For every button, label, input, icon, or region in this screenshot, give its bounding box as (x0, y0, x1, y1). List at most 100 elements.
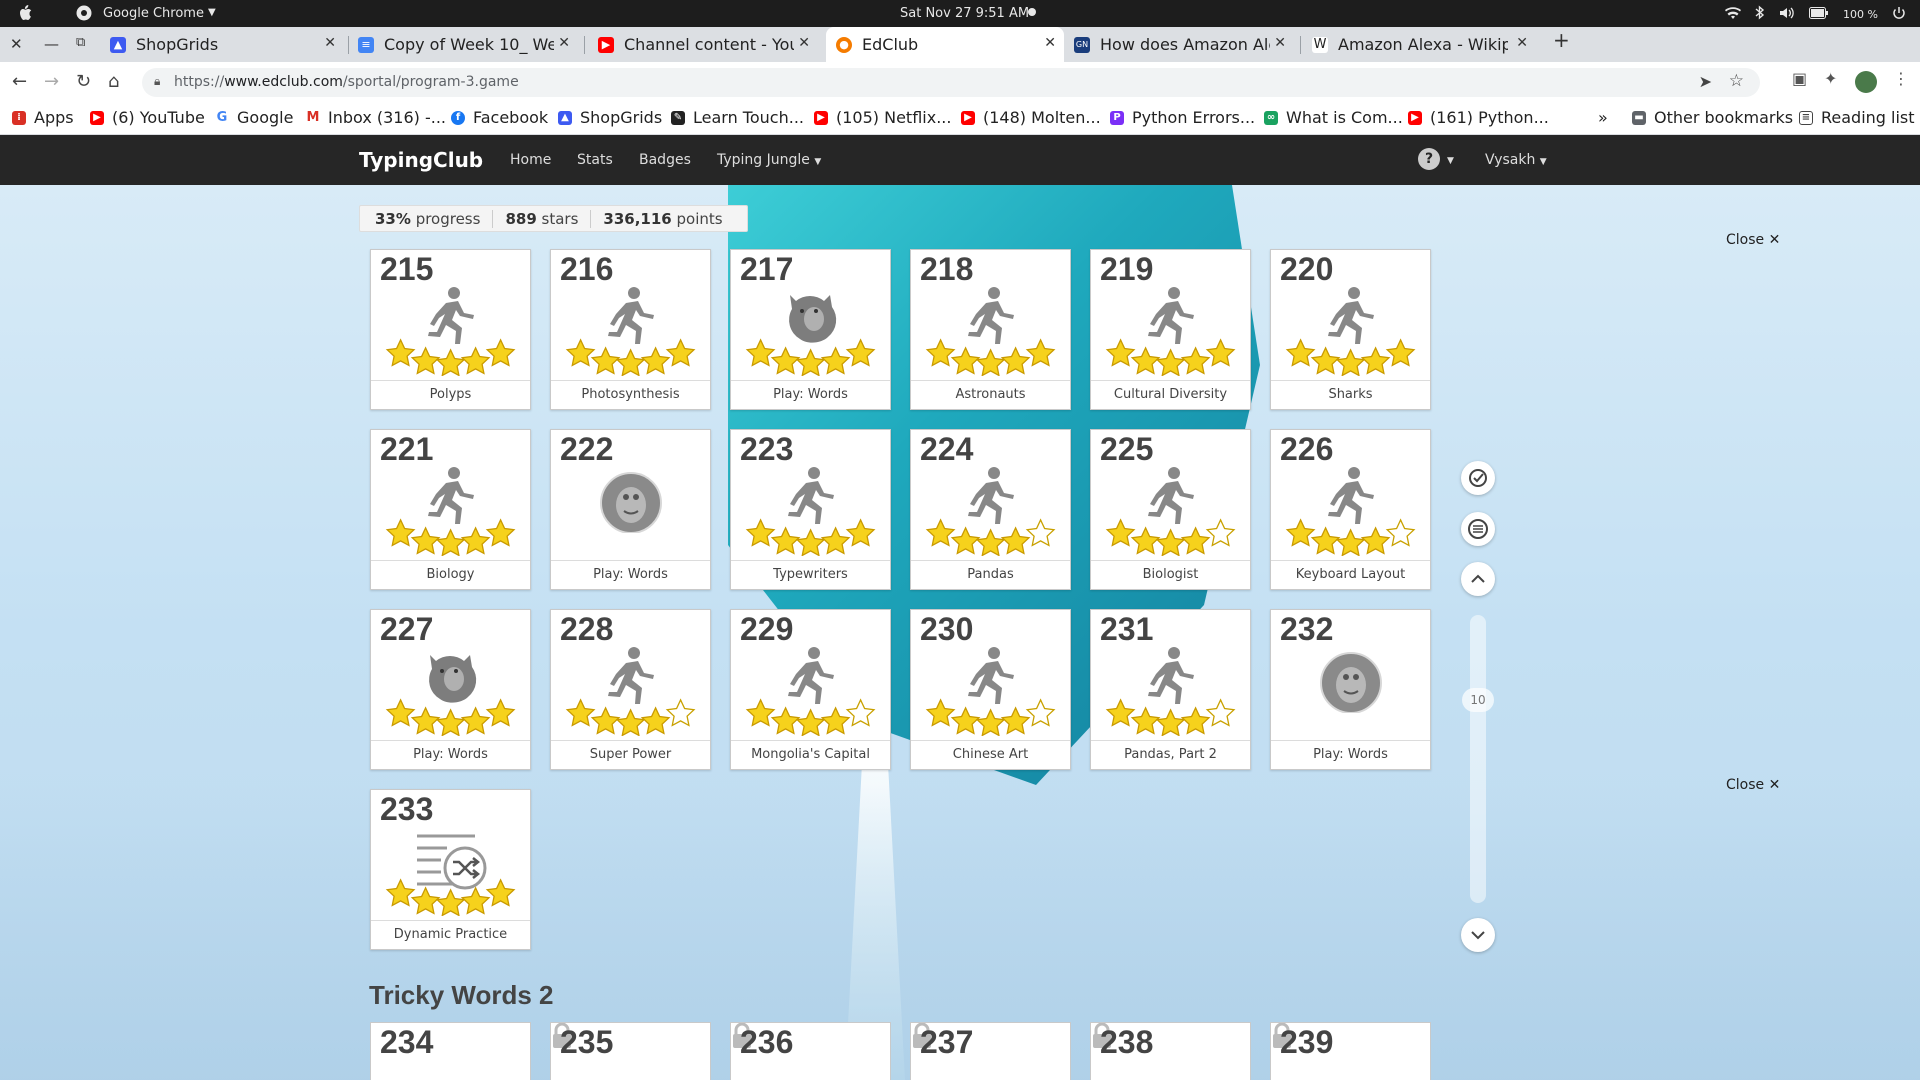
forward-icon[interactable]: → (44, 71, 59, 92)
send-icon[interactable]: ➤ (1699, 72, 1712, 91)
bookmark-google[interactable]: G Google (215, 108, 293, 127)
restore-window-icon[interactable]: ⧉ (76, 35, 85, 50)
reload-icon[interactable]: ↻ (76, 71, 91, 92)
lesson-card[interactable]: 224 Pandas (910, 429, 1071, 590)
more-vert-icon[interactable]: ⋮ (1893, 69, 1909, 88)
bookmark-what-is-com[interactable]: ∞ What is Com... (1264, 108, 1403, 127)
bookmark-learn-touch[interactable]: ✎ Learn Touch... (671, 108, 804, 127)
lesson-card[interactable]: 225 Biologist (1090, 429, 1251, 590)
wifi-icon[interactable] (1725, 6, 1742, 24)
lesson-card[interactable]: 217 Play: Words (730, 249, 891, 410)
tab-wikipedia[interactable]: W Amazon Alexa - Wikiped ✕ (1312, 27, 1536, 62)
bookmark-netflix[interactable]: ▶ (105) Netflix... (814, 108, 951, 127)
close-tab-icon[interactable]: ✕ (1516, 35, 1528, 51)
close-window-icon[interactable]: ✕ (10, 35, 23, 53)
lock-icon[interactable]: 🔒︎ (154, 74, 160, 89)
new-tab-icon[interactable]: + (1553, 28, 1570, 52)
bookmark-python-errors[interactable]: P Python Errors... (1110, 108, 1255, 127)
lesson-card[interactable]: 228 Super Power (550, 609, 711, 770)
address-bar[interactable]: 🔒︎ https://www.edclub.com/sportal/progra… (142, 68, 1760, 97)
lesson-card[interactable]: 232 Play: Words (1270, 609, 1431, 770)
close-tab-icon[interactable]: ✕ (1274, 35, 1286, 51)
lesson-card[interactable]: 226 Keyboard Layout (1270, 429, 1431, 590)
star-icon (1105, 338, 1136, 367)
bookmark-shopgrids[interactable]: ▲ ShopGrids (558, 108, 662, 127)
bookmarks-overflow-button[interactable]: » (1598, 108, 1608, 127)
close-button[interactable]: Close ✕ (1726, 777, 1780, 793)
link-icon: ∞ (1264, 110, 1278, 125)
locked-lesson-card[interactable]: 237 (910, 1022, 1071, 1080)
tab-amazon-alexa-article[interactable]: GN How does Amazon Alexa ✕ (1074, 27, 1294, 62)
bookmark-gmail[interactable]: M Inbox (316) -... (306, 108, 446, 127)
nav-typing-jungle[interactable]: Typing Jungle ▼ (717, 152, 821, 168)
help-icon[interactable]: ? (1418, 148, 1440, 170)
tab-youtube[interactable]: ▶ Channel content - YouTu ✕ (598, 27, 818, 62)
url-text[interactable]: https://www.edclub.com/sportal/program-3… (174, 74, 519, 90)
tab-edclub[interactable]: ● EdClub ✕ (826, 27, 1064, 62)
bookmark-python-161[interactable]: ▶ (161) Python... (1408, 108, 1549, 127)
lesson-card[interactable]: 227 Play: Words (370, 609, 531, 770)
lesson-card[interactable]: 229 Mongolia's Capital (730, 609, 891, 770)
bookmark-label: Python Errors... (1132, 108, 1256, 127)
lesson-card[interactable]: 223 Typewriters (730, 429, 891, 590)
scroll-slider-handle[interactable]: 10 (1462, 688, 1494, 712)
bookmark-facebook[interactable]: f Facebook (451, 108, 548, 127)
bookmark-molten[interactable]: ▶ (148) Molten... (961, 108, 1101, 127)
active-app-name[interactable]: Google Chrome (103, 6, 204, 21)
bookmark-youtube[interactable]: ▶ (6) YouTube (90, 108, 205, 127)
lesson-card[interactable]: 216 Photosynthesis (550, 249, 711, 410)
locked-lesson-card[interactable]: 238 (1090, 1022, 1251, 1080)
lesson-card[interactable]: 231 Pandas, Part 2 (1090, 609, 1251, 770)
extension-icon[interactable]: ▣ (1792, 69, 1807, 88)
apple-icon[interactable] (18, 5, 32, 25)
lesson-card[interactable]: 218 Astronauts (910, 249, 1071, 410)
close-tab-icon[interactable]: ✕ (798, 35, 810, 51)
nav-stats[interactable]: Stats (577, 152, 613, 168)
lesson-card[interactable]: 215 Polyps (370, 249, 531, 410)
volume-icon[interactable] (1779, 6, 1795, 24)
locked-lesson-card[interactable]: 236 (730, 1022, 891, 1080)
caret-down-icon[interactable]: ▼ (1447, 156, 1454, 166)
home-icon[interactable]: ⌂ (108, 71, 119, 92)
lesson-card[interactable]: 219 Cultural Diversity (1090, 249, 1251, 410)
tab-shopgrids[interactable]: ▲ ShopGrids ✕ (110, 27, 344, 62)
check-button[interactable] (1461, 461, 1495, 495)
close-tab-icon[interactable]: ✕ (558, 35, 570, 51)
menu-button[interactable] (1461, 512, 1495, 546)
brand-logo[interactable]: TypingClub (359, 148, 483, 172)
close-tab-icon[interactable]: ✕ (324, 35, 336, 51)
back-icon[interactable]: ← (12, 71, 27, 92)
chevron-down-icon[interactable]: ▼ (208, 7, 216, 18)
star-icon (975, 348, 1006, 377)
other-bookmarks-button[interactable]: ▬ Other bookmarks (1632, 108, 1793, 127)
lesson-title: Photosynthesis (551, 380, 710, 409)
locked-lesson-card[interactable]: 234 (370, 1022, 531, 1080)
tab-docs[interactable]: ≡ Copy of Week 10_ Web ✕ (358, 27, 578, 62)
locked-lesson-card[interactable]: 239 (1270, 1022, 1431, 1080)
battery-icon[interactable] (1809, 6, 1829, 23)
power-icon[interactable] (1892, 6, 1906, 24)
lesson-card[interactable]: 221 Biology (370, 429, 531, 590)
lesson-title: Typewriters (731, 560, 890, 589)
puzzle-icon[interactable]: ✦ (1824, 69, 1837, 88)
lesson-card[interactable]: 233 Dynamic Practice (370, 789, 531, 950)
close-tab-icon[interactable]: ✕ (1044, 35, 1056, 51)
lesson-card[interactable]: 222 Play: Words (550, 429, 711, 590)
lesson-card[interactable]: 220 Sharks (1270, 249, 1431, 410)
user-menu[interactable]: Vysakh ▼ (1485, 152, 1547, 168)
scroll-slider-track[interactable] (1470, 615, 1486, 903)
clock[interactable]: Sat Nov 27 9:51 AM (900, 6, 1060, 21)
nav-home[interactable]: Home (510, 152, 551, 168)
scroll-up-button[interactable] (1461, 562, 1495, 596)
close-button[interactable]: Close ✕ (1726, 232, 1780, 248)
bookmark-apps[interactable]: ⁞ Apps (12, 108, 74, 127)
scroll-down-button[interactable] (1461, 918, 1495, 952)
bookmark-star-icon[interactable]: ☆ (1729, 71, 1744, 91)
minimize-window-icon[interactable]: — (44, 35, 59, 53)
locked-lesson-card[interactable]: 235 (550, 1022, 711, 1080)
lesson-card[interactable]: 230 Chinese Art (910, 609, 1071, 770)
reading-list-button[interactable]: ≡ Reading list (1799, 108, 1915, 127)
avatar[interactable] (1855, 71, 1877, 93)
bluetooth-icon[interactable] (1755, 5, 1765, 24)
nav-badges[interactable]: Badges (639, 152, 691, 168)
